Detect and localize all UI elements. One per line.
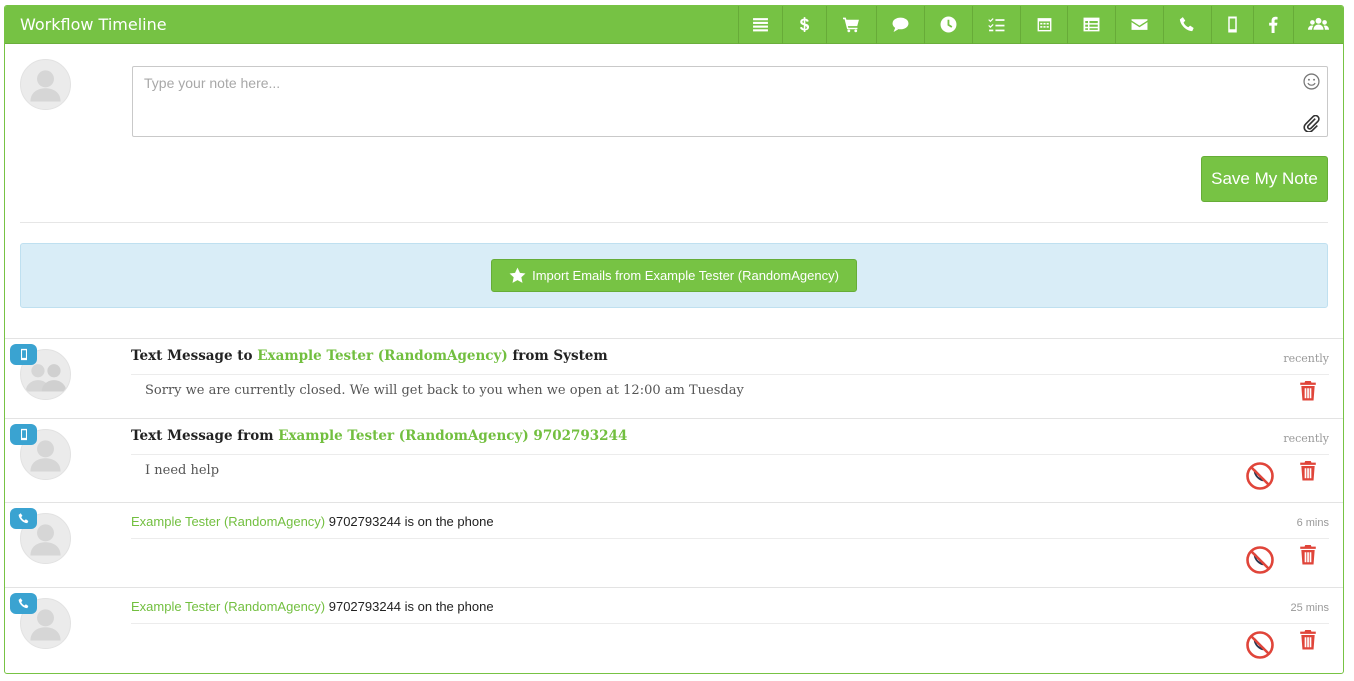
phone-icon — [1179, 17, 1194, 32]
clock-icon — [940, 16, 957, 33]
entry-message: I need help — [145, 463, 220, 478]
entry-suffix: 9702793244 is on the phone — [325, 514, 494, 529]
mobile-icon — [20, 428, 27, 441]
list-filter-button[interactable] — [738, 6, 782, 44]
group-icon — [1308, 17, 1329, 30]
table-filter-button[interactable] — [1067, 6, 1115, 44]
trash-icon[interactable] — [1299, 630, 1317, 650]
entry-heading: Example Tester (RandomAgency) 9702793244… — [131, 514, 494, 529]
import-emails-label: Import Emails from Example Tester (Rando… — [532, 268, 839, 283]
cart-filter-button[interactable] — [826, 6, 876, 44]
entry-timestamp: 6 mins — [1296, 517, 1329, 529]
entry-prefix: Text Message from — [131, 428, 279, 444]
entry-divider — [131, 374, 1329, 375]
workflow-timeline-panel: Workflow Timeline Type your note here...… — [4, 5, 1344, 674]
emoji-icon[interactable] — [1303, 73, 1320, 90]
paperclip-icon[interactable] — [1303, 115, 1320, 132]
composer-divider — [20, 222, 1328, 223]
email-filter-button[interactable] — [1115, 6, 1163, 44]
phone-icon — [18, 598, 28, 609]
current-user-avatar — [20, 59, 71, 110]
checklist-filter-button[interactable] — [972, 6, 1020, 44]
mobile-icon — [1228, 16, 1237, 33]
entry-divider — [131, 623, 1329, 624]
note-editor — [132, 66, 1328, 137]
dollar-filter-button[interactable] — [782, 6, 826, 44]
trash-icon[interactable] — [1299, 545, 1317, 565]
entry-type-badge — [10, 344, 37, 365]
entry-divider — [131, 454, 1329, 455]
entry-prefix: Text Message to — [131, 348, 258, 364]
timeline-filter-toolbar — [738, 6, 1343, 44]
entry-suffix: 9702793244 is on the phone — [325, 599, 494, 614]
table-icon — [1083, 17, 1100, 32]
entry-divider — [131, 538, 1329, 539]
entry-timestamp: recently — [1283, 352, 1329, 365]
contact-link[interactable]: Example Tester (RandomAgency) 9702793244 — [278, 428, 627, 444]
clock-filter-button[interactable] — [924, 6, 972, 44]
entry-heading: Text Message to Example Tester (RandomAg… — [131, 348, 608, 364]
chat-icon — [892, 17, 909, 32]
entry-type-badge — [10, 424, 37, 445]
mobile-icon — [20, 348, 27, 361]
calendar-icon — [1037, 18, 1051, 32]
no-call-icon[interactable] — [1245, 630, 1275, 660]
entry-suffix: from System — [507, 348, 608, 364]
calendar-filter-button[interactable] — [1020, 6, 1067, 44]
no-call-icon[interactable] — [1245, 545, 1275, 575]
user-silhouette-icon — [30, 70, 61, 102]
mobile-filter-button[interactable] — [1211, 6, 1253, 44]
save-note-button[interactable]: Save My Note — [1201, 156, 1328, 202]
entry-type-badge — [10, 508, 37, 529]
import-emails-button[interactable]: Import Emails from Example Tester (Rando… — [491, 259, 857, 292]
contact-link[interactable]: Example Tester (RandomAgency) — [257, 348, 508, 364]
contact-link[interactable]: Example Tester (RandomAgency) — [131, 514, 325, 529]
timeline-entry: Text Message from Example Tester (Random… — [5, 418, 1343, 502]
note-input[interactable] — [133, 67, 1233, 97]
entry-type-badge — [10, 593, 37, 614]
panel-header: Workflow Timeline — [5, 6, 1343, 44]
facebook-icon — [1269, 16, 1278, 33]
entry-heading: Example Tester (RandomAgency) 9702793244… — [131, 599, 494, 614]
contact-link[interactable]: Example Tester (RandomAgency) — [131, 599, 325, 614]
phone-filter-button[interactable] — [1163, 6, 1211, 44]
entry-heading: Text Message from Example Tester (Random… — [131, 428, 627, 444]
panel-title: Workflow Timeline — [20, 15, 167, 34]
entry-timestamp: recently — [1283, 432, 1329, 445]
email-icon — [1131, 19, 1148, 30]
entry-message: Sorry we are currently closed. We will g… — [145, 383, 744, 398]
dollar-icon — [799, 17, 810, 32]
facebook-filter-button[interactable] — [1253, 6, 1293, 44]
chat-filter-button[interactable] — [876, 6, 924, 44]
list-icon — [753, 18, 768, 32]
checklist-icon — [988, 18, 1005, 32]
phone-icon — [18, 513, 28, 524]
no-call-icon[interactable] — [1245, 461, 1275, 491]
timeline-entry: Text Message to Example Tester (RandomAg… — [5, 338, 1343, 418]
timeline-entry: Example Tester (RandomAgency) 9702793244… — [5, 502, 1343, 587]
import-emails-alert: Import Emails from Example Tester (Rando… — [20, 243, 1328, 308]
timeline-entry: Example Tester (RandomAgency) 9702793244… — [5, 587, 1343, 673]
cart-icon — [843, 17, 859, 33]
trash-icon[interactable] — [1299, 381, 1317, 401]
star-icon — [509, 267, 526, 283]
trash-icon[interactable] — [1299, 461, 1317, 481]
group-filter-button[interactable] — [1293, 6, 1343, 44]
entry-timestamp: 25 mins — [1290, 602, 1329, 614]
